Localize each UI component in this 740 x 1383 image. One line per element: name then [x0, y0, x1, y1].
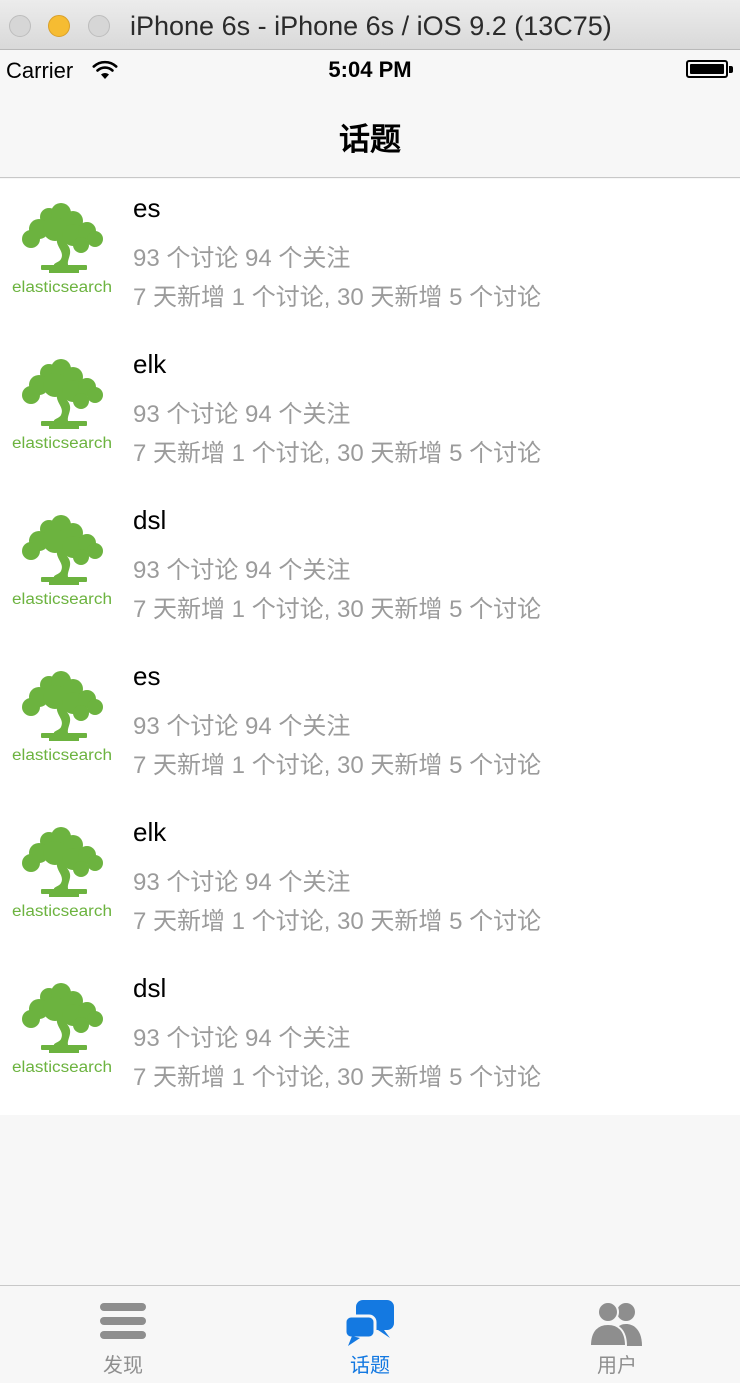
- topic-recent-activity: 7 天新增 1 个讨论, 30 天新增 5 个讨论: [133, 596, 542, 623]
- topic-row[interactable]: elasticsearch es 93 个讨论 94 个关注 7 天新增 1 个…: [0, 647, 740, 803]
- topic-row[interactable]: elasticsearch elk 93 个讨论 94 个关注 7 天新增 1 …: [0, 803, 740, 959]
- close-window-button[interactable]: [9, 15, 31, 37]
- navigation-bar: 话题: [0, 90, 740, 178]
- battery-icon: [686, 60, 728, 78]
- topic-name: es: [133, 193, 161, 223]
- topic-list: elasticsearch es 93 个讨论 94 个关注 7 天新增 1 个…: [0, 179, 740, 1115]
- tab-bar: 发现 话题 用户: [0, 1285, 740, 1382]
- topic-name: es: [133, 661, 161, 691]
- elasticsearch-logo-icon: elasticsearch: [11, 667, 113, 767]
- topic-recent-activity: 7 天新增 1 个讨论, 30 天新增 5 个讨论: [133, 440, 542, 467]
- elasticsearch-logo-icon: elasticsearch: [11, 979, 113, 1079]
- svg-text:elasticsearch: elasticsearch: [12, 591, 112, 608]
- elasticsearch-logo-icon: elasticsearch: [11, 823, 113, 923]
- topic-name: elk: [133, 817, 167, 847]
- topic-name: dsl: [133, 505, 167, 535]
- svg-text:elasticsearch: elasticsearch: [12, 747, 112, 764]
- users-icon: [588, 1300, 644, 1351]
- tab-label: 用户: [597, 1355, 637, 1377]
- topic-row[interactable]: elasticsearch dsl 93 个讨论 94 个关注 7 天新增 1 …: [0, 491, 740, 647]
- minimize-window-button[interactable]: [48, 15, 70, 37]
- clock: 5:04 PM: [328, 57, 412, 82]
- topic-recent-activity: 7 天新增 1 个讨论, 30 天新增 5 个讨论: [133, 908, 542, 935]
- topic-name: elk: [133, 349, 167, 379]
- tab-label: 话题: [350, 1355, 390, 1377]
- battery-tip: [729, 66, 733, 73]
- topic-recent-activity: 7 天新增 1 个讨论, 30 天新增 5 个讨论: [133, 284, 542, 311]
- tab-label: 发现: [103, 1355, 143, 1377]
- topic-row[interactable]: elasticsearch es 93 个讨论 94 个关注 7 天新增 1 个…: [0, 179, 740, 335]
- topic-stats: 93 个讨论 94 个关注: [133, 557, 351, 584]
- tab-users[interactable]: 用户: [494, 1286, 740, 1383]
- topic-stats: 93 个讨论 94 个关注: [133, 401, 351, 428]
- topic-name: dsl: [133, 973, 167, 1003]
- menu-icon: [100, 1300, 146, 1347]
- status-bar: Carrier 5:04 PM: [0, 50, 740, 90]
- topic-recent-activity: 7 天新增 1 个讨论, 30 天新增 5 个讨论: [133, 1064, 542, 1091]
- topic-row[interactable]: elasticsearch elk 93 个讨论 94 个关注 7 天新增 1 …: [0, 335, 740, 491]
- elasticsearch-logo-icon: elasticsearch: [11, 199, 113, 299]
- topic-row[interactable]: elasticsearch dsl 93 个讨论 94 个关注 7 天新增 1 …: [0, 959, 740, 1115]
- topic-stats: 93 个讨论 94 个关注: [133, 1025, 351, 1052]
- elasticsearch-logo-icon: elasticsearch: [11, 511, 113, 611]
- tab-discover[interactable]: 发现: [0, 1286, 246, 1383]
- topic-stats: 93 个讨论 94 个关注: [133, 869, 351, 896]
- topic-recent-activity: 7 天新增 1 个讨论, 30 天新增 5 个讨论: [133, 752, 542, 779]
- svg-text:elasticsearch: elasticsearch: [12, 435, 112, 452]
- window-title: iPhone 6s - iPhone 6s / iOS 9.2 (13C75): [130, 11, 612, 41]
- elasticsearch-logo-icon: elasticsearch: [11, 355, 113, 455]
- simulator-titlebar: iPhone 6s - iPhone 6s / iOS 9.2 (13C75): [0, 0, 740, 50]
- svg-text:elasticsearch: elasticsearch: [12, 279, 112, 296]
- page-title: 话题: [339, 122, 401, 157]
- topic-stats: 93 个讨论 94 个关注: [133, 245, 351, 272]
- svg-text:elasticsearch: elasticsearch: [12, 903, 112, 920]
- chat-icon: [343, 1300, 396, 1353]
- svg-text:elasticsearch: elasticsearch: [12, 1059, 112, 1076]
- topic-stats: 93 个讨论 94 个关注: [133, 713, 351, 740]
- zoom-window-button[interactable]: [88, 15, 110, 37]
- tab-topics[interactable]: 话题: [247, 1286, 493, 1383]
